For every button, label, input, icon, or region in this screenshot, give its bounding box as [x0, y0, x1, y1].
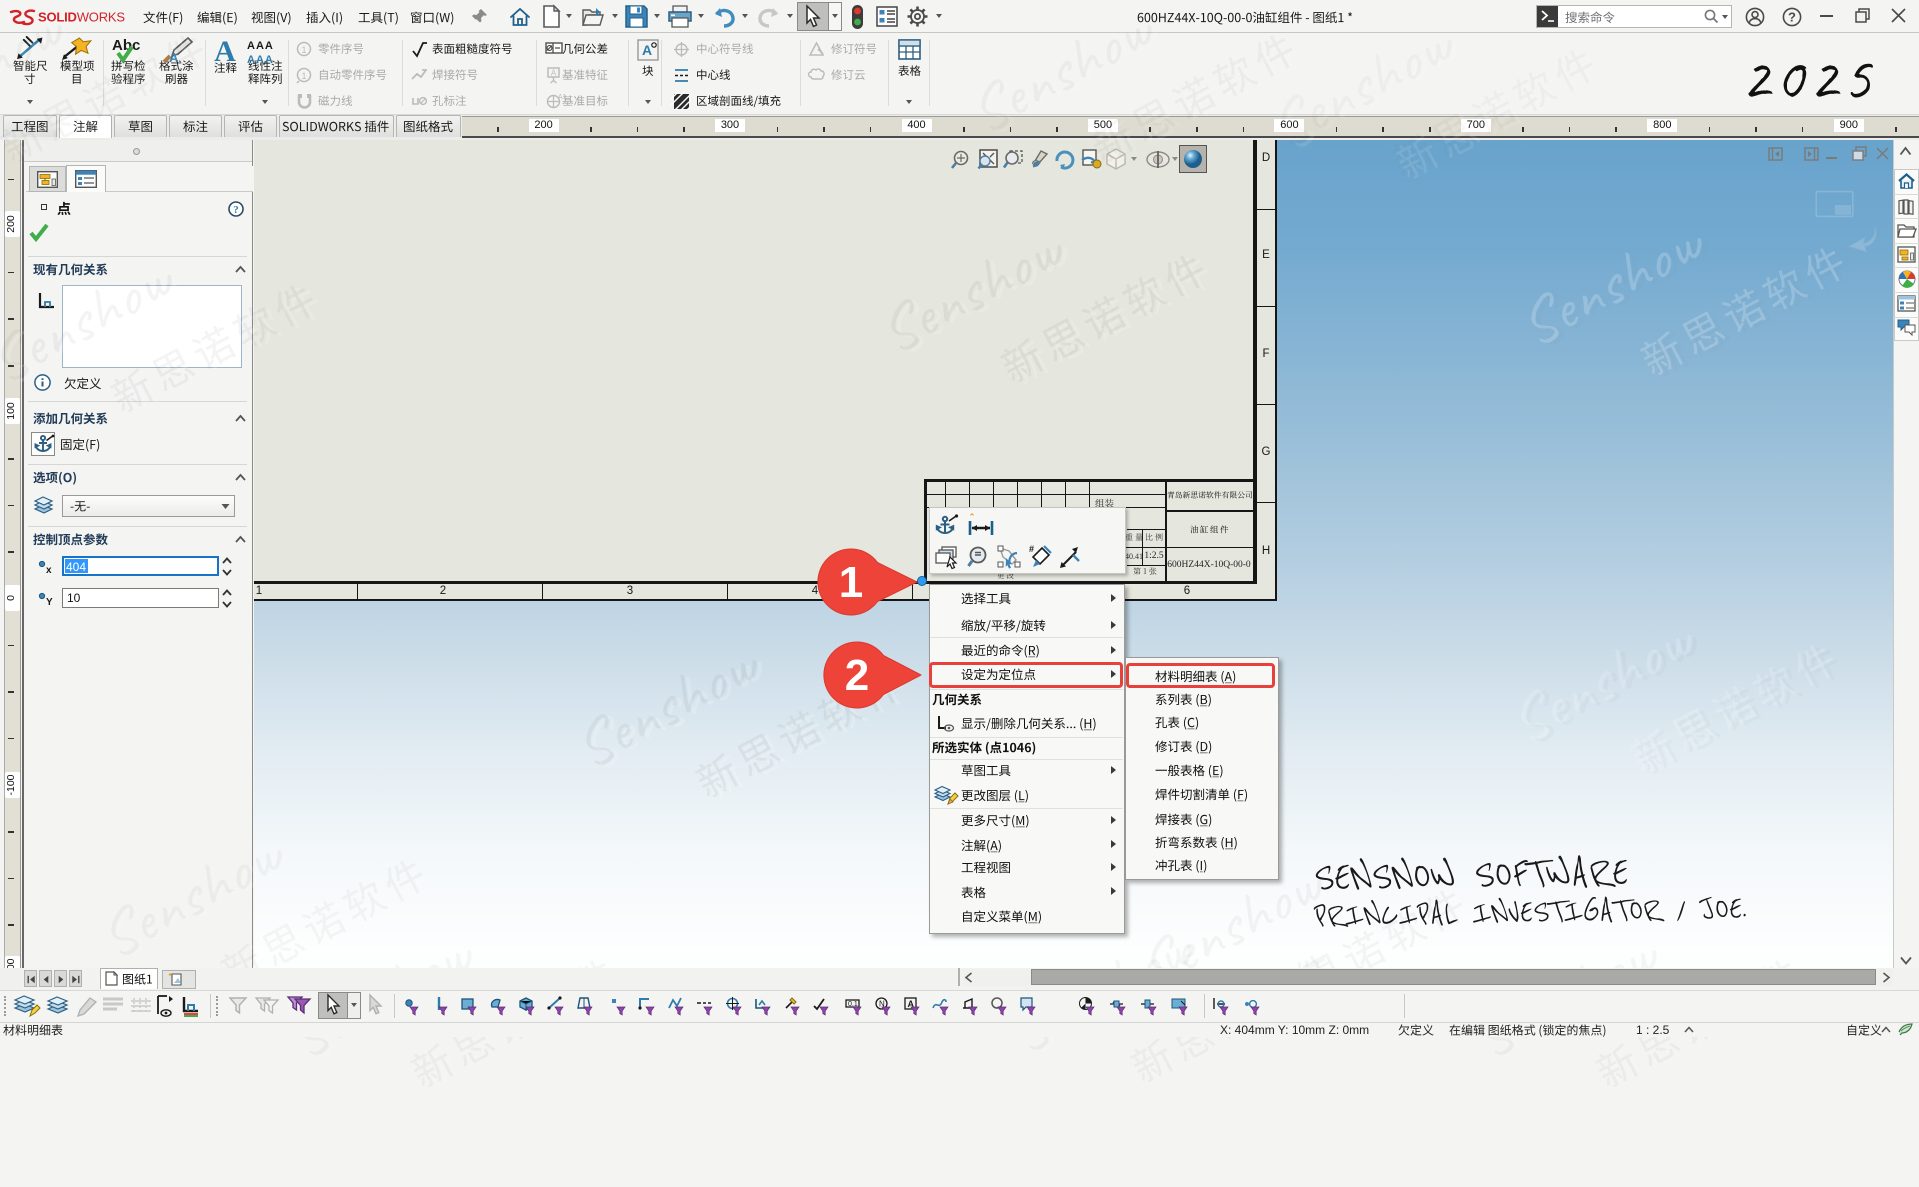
svg-text:?: ?: [1788, 10, 1796, 25]
svg-text:#: #: [1029, 544, 1034, 554]
svg-text:2: 2: [845, 651, 869, 700]
svg-text:x: x: [46, 565, 52, 576]
svg-text:Abc: Abc: [112, 37, 140, 54]
svg-text:1: 1: [301, 71, 306, 81]
svg-text:AAA: AAA: [247, 40, 274, 52]
svg-text:A: A: [642, 42, 652, 58]
svg-text:AAA: AAA: [247, 54, 274, 66]
svg-text:A: A: [169, 50, 179, 65]
svg-text:A: A: [551, 68, 557, 77]
svg-text:?: ?: [233, 204, 239, 216]
svg-text:Y: Y: [46, 597, 53, 608]
svg-text:1: 1: [839, 558, 863, 607]
svg-text:SOLIDWORKS: SOLIDWORKS: [38, 10, 125, 25]
svg-text:A1: A1: [558, 94, 567, 101]
svg-text:1: 1: [301, 45, 306, 55]
